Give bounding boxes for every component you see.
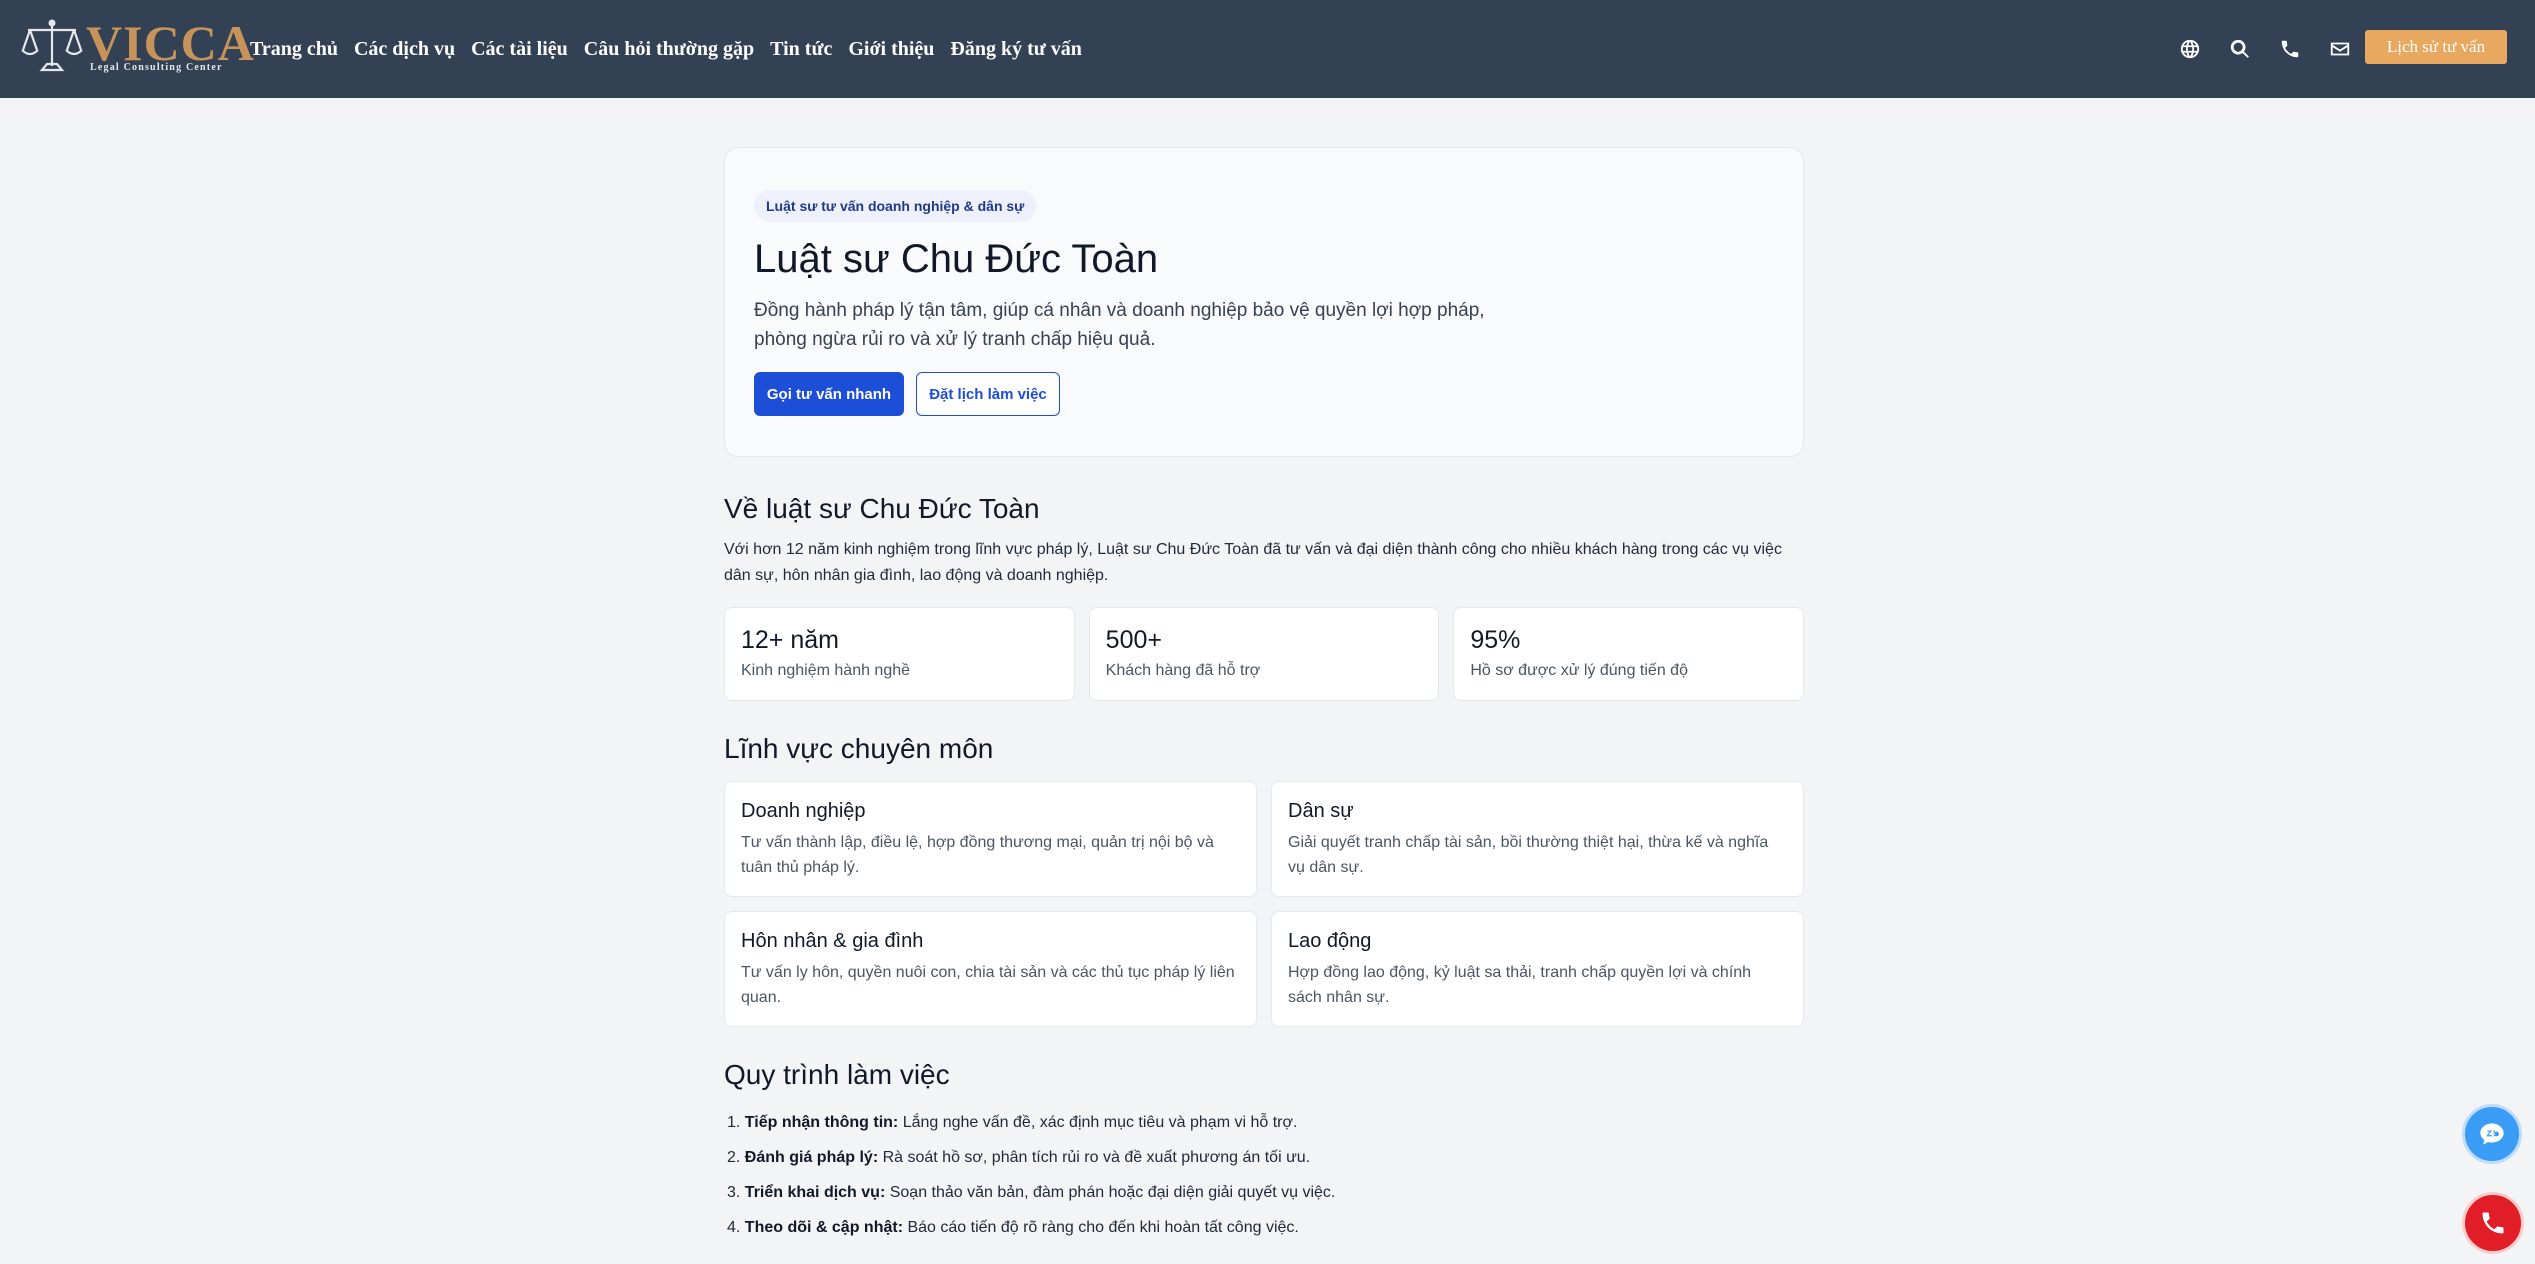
list-item: 4. Theo dõi & cập nhật: Báo cáo tiến độ …: [727, 1219, 1299, 1236]
stat-value: 500+: [1105, 626, 1162, 654]
stat-card: 12+ năm Kinh nghiệm hành nghề: [724, 607, 1075, 701]
nav-item-register[interactable]: Đăng ký tư vấn: [950, 38, 1081, 61]
field-card-family: Hôn nhân & gia đình Tư vấn ly hôn, quyền…: [724, 911, 1257, 1027]
stat-label: Kinh nghiệm hành nghề: [741, 662, 911, 679]
about-heading: Về luật sư Chu Đức Toàn: [724, 493, 1040, 524]
field-title: Dân sự: [1288, 800, 1354, 822]
mail-icon[interactable]: [2326, 35, 2354, 63]
process-heading: Quy trình làm việc: [724, 1059, 950, 1090]
search-icon[interactable]: [2226, 35, 2254, 63]
hero-badge: Luật sư tư vấn doanh nghiệp & dân sự: [754, 190, 1037, 222]
nav-item-home[interactable]: Trang chủ: [250, 38, 338, 61]
zalo-chat-icon: [2480, 1123, 2504, 1145]
nav-item-faq[interactable]: Câu hỏi thường gặp: [584, 38, 754, 61]
phone-icon[interactable]: [2276, 35, 2304, 63]
main-menu: Trang chủ Các dịch vụ Các tài liệu Câu h…: [250, 0, 1098, 98]
stat-value: 12+ năm: [741, 626, 839, 654]
list-item: 1. Tiếp nhận thông tin: Lắng nghe vấn đề…: [727, 1114, 1298, 1131]
field-title: Doanh nghiệp: [741, 800, 866, 822]
field-description: Tư vấn ly hôn, quyền nuôi con, chia tài …: [741, 964, 1235, 1006]
top-navbar: VICCA Legal Consulting Center Trang chủ …: [0, 0, 2535, 98]
nav-item-services[interactable]: Các dịch vụ: [354, 38, 455, 61]
phone-call-icon: [2482, 1212, 2504, 1234]
stat-card: 500+ Khách hàng đã hỗ trợ: [1088, 607, 1440, 701]
list-item: 3. Triển khai dịch vụ: Soạn thảo văn bản…: [727, 1184, 1336, 1201]
stat-label: Hồ sơ được xử lý đúng tiến độ: [1470, 662, 1688, 679]
field-description: Tư vấn thành lập, điều lệ, hợp đồng thươ…: [741, 834, 1214, 876]
field-title: Hôn nhân & gia đình: [741, 930, 924, 952]
nav-item-about[interactable]: Giới thiệu: [848, 38, 934, 61]
about-text: Với hơn 12 năm kinh nghiệm trong lĩnh vự…: [724, 541, 1782, 584]
brand-name: VICCA: [86, 15, 255, 71]
field-card-labor: Lao động Hợp đồng lao động, kỷ luật sa t…: [1271, 911, 1804, 1027]
stat-label: Khách hàng đã hỗ trợ: [1105, 662, 1261, 679]
field-card-business: Doanh nghiệp Tư vấn thành lập, điều lệ, …: [724, 781, 1257, 897]
consult-history-button[interactable]: Lịch sử tư vấn: [2365, 30, 2507, 64]
book-appointment-button[interactable]: Đặt lịch làm việc: [916, 372, 1060, 416]
nav-item-documents[interactable]: Các tài liệu: [471, 38, 568, 61]
stat-value: 95%: [1470, 626, 1521, 654]
hero-card: Luật sư tư vấn doanh nghiệp & dân sự Luậ…: [724, 147, 1804, 457]
nav-item-news[interactable]: Tin tức: [770, 38, 832, 61]
hotline-call-button[interactable]: [2462, 1192, 2524, 1254]
hero-title: Luật sư Chu Đức Toàn: [754, 237, 1159, 281]
brand-logo[interactable]: VICCA Legal Consulting Center: [20, 16, 254, 76]
stats-row: 12+ năm Kinh nghiệm hành nghề 500+ Khách…: [724, 607, 1805, 701]
main-content: Luật sư tư vấn doanh nghiệp & dân sự Luậ…: [724, 147, 1805, 1245]
list-item: 2. Đánh giá pháp lý: Rà soát hồ sơ, phân…: [727, 1149, 1311, 1166]
scales-of-justice-icon: [21, 19, 83, 72]
field-description: Hợp đồng lao động, kỷ luật sa thải, tran…: [1288, 964, 1752, 1006]
field-description: Giải quyết tranh chấp tài sản, bồi thườn…: [1288, 834, 1769, 876]
globe-icon[interactable]: [2176, 35, 2204, 63]
field-card-civil: Dân sự Giải quyết tranh chấp tài sản, bồ…: [1271, 781, 1804, 897]
zalo-chat-button[interactable]: [2462, 1104, 2522, 1164]
hero-actions: Gọi tư vấn nhanh Đặt lịch làm việc: [754, 372, 1774, 416]
brand-tagline: Legal Consulting Center: [90, 62, 223, 73]
field-title: Lao động: [1288, 930, 1372, 952]
quick-call-button[interactable]: Gọi tư vấn nhanh: [754, 372, 904, 416]
fields-grid: Doanh nghiệp Tư vấn thành lập, điều lệ, …: [724, 781, 1804, 1027]
nav-icon-group: [2176, 0, 2376, 98]
process-steps: 1. Tiếp nhận thông tin: Lắng nghe vấn đề…: [724, 1105, 1804, 1245]
fields-heading: Lĩnh vực chuyên môn: [724, 733, 994, 764]
stat-card: 95% Hồ sơ được xử lý đúng tiến độ: [1453, 607, 1805, 701]
hero-description: Đồng hành pháp lý tận tâm, giúp cá nhân …: [754, 300, 1485, 350]
